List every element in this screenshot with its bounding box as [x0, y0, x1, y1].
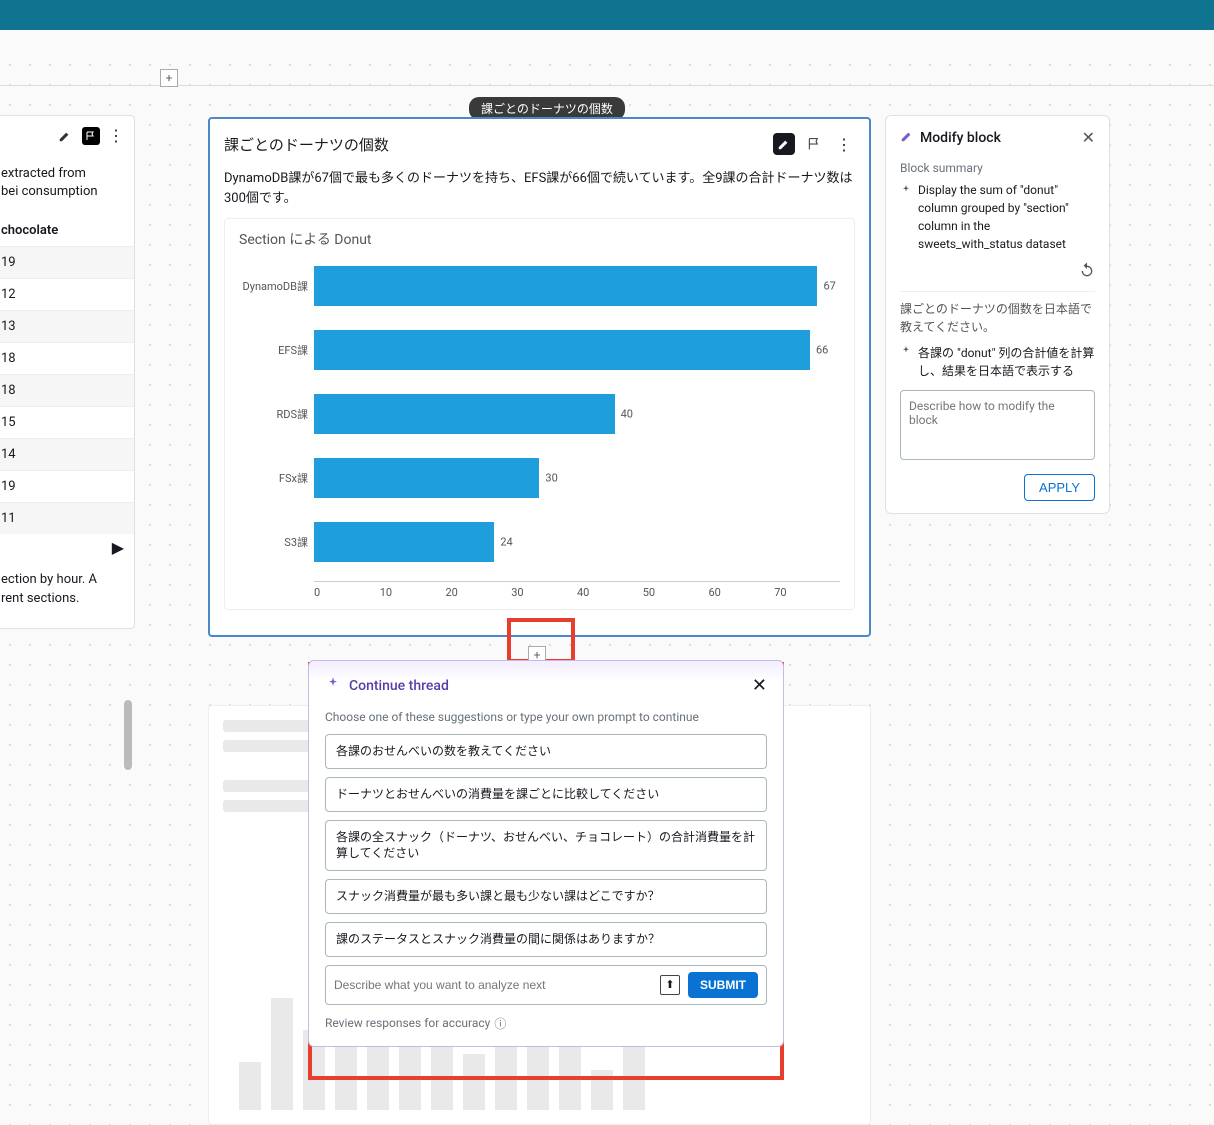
close-icon[interactable]: ✕: [752, 675, 767, 696]
table-row: 13: [0, 310, 134, 342]
bar-row: DynamoDB課 67: [239, 261, 840, 311]
x-tick: 0: [314, 586, 380, 599]
canvas-area: + 課ごとのドーナツの個数 ⋮ extracted from bei consu…: [0, 55, 1214, 1125]
bar-category-label: RDS課: [239, 406, 314, 422]
flag-icon[interactable]: [82, 127, 100, 145]
summary-text: Display the sum of "donut" column groupe…: [918, 181, 1095, 253]
upload-icon[interactable]: ⬆: [660, 975, 680, 995]
review-note: Review responses for accuracy ⓘ: [325, 1015, 767, 1032]
bar-category-label: EFS課: [239, 342, 314, 358]
x-tick: 70: [774, 586, 840, 599]
bar-category-label: DynamoDB課: [239, 278, 314, 294]
suggestion-item[interactable]: 各課のおせんべいの数を教えてください: [325, 734, 767, 769]
prompt-input-row: ⬆ SUBMIT: [325, 965, 767, 1005]
x-tick: 60: [709, 586, 775, 599]
x-tick: 50: [643, 586, 709, 599]
block-title: 課ごとのドーナツの個数: [224, 134, 389, 155]
modify-title: Modify block: [920, 130, 1001, 146]
add-block-button-top[interactable]: +: [160, 69, 178, 87]
x-tick: 40: [577, 586, 643, 599]
left-card-text-2: ection by hour. A rent sections.: [0, 561, 134, 617]
more-menu-icon[interactable]: ⋮: [108, 126, 124, 145]
suggestion-item[interactable]: ドーナツとおせんべいの消費量を課ごとに比較してください: [325, 777, 767, 812]
suggestion-item[interactable]: 各課の全スナック（ドーナツ、おせんべい、チョコレート）の合計消費量を計算してくだ…: [325, 820, 767, 872]
chart-container: Section による Donut DynamoDB課 67 EFS課 66 RDS…: [224, 218, 855, 610]
edit-icon: [900, 129, 914, 147]
top-bar: [0, 0, 1214, 30]
left-block-card: ⋮ extracted from bei consumption chocola…: [0, 115, 135, 629]
summary-label: Block summary: [900, 161, 1095, 175]
bar-category-label: FSx課: [239, 470, 314, 486]
suggestion-item[interactable]: 課のステータスとスナック消費量の間に関係はありますか？: [325, 922, 767, 957]
plan-text: 各課の "donut" 列の合計値を計算し、結果を日本語で表示する: [918, 344, 1095, 380]
table-row: 19: [0, 246, 134, 278]
left-card-text: extracted from bei consumption: [0, 155, 134, 215]
bar-value-label: 66: [816, 344, 828, 357]
continue-thread-panel: Continue thread ✕ Choose one of these su…: [308, 660, 784, 1047]
table-row: 19: [0, 470, 134, 502]
apply-button[interactable]: APPLY: [1024, 474, 1095, 501]
bar-category-label: S3課: [239, 534, 314, 550]
bar-row: S3課 24: [239, 517, 840, 567]
info-icon[interactable]: ⓘ: [494, 1015, 506, 1032]
chart-plot-area: DynamoDB課 67EFS課 66RDS課 40FSx課 30S3課 24 …: [239, 261, 840, 599]
sparkle-icon: [900, 183, 912, 253]
continue-title: Continue thread: [349, 678, 449, 694]
bar-row: RDS課 40: [239, 389, 840, 439]
modify-input[interactable]: [900, 390, 1095, 460]
x-tick: 10: [380, 586, 446, 599]
table-body: 19 12 13 18 18 15 14 19 11: [0, 246, 134, 534]
chart-title: Section による Donut: [239, 229, 840, 249]
edit-block-button[interactable]: [773, 133, 795, 155]
x-tick: 20: [446, 586, 512, 599]
continue-hint: Choose one of these suggestions or type …: [325, 710, 767, 724]
table-row: 18: [0, 374, 134, 406]
edit-icon[interactable]: [58, 128, 74, 144]
bar-row: FSx課 30: [239, 453, 840, 503]
table-header-chocolate: chocolate: [0, 215, 134, 246]
bar-value-label: 67: [823, 280, 835, 293]
table-row: 15: [0, 406, 134, 438]
undo-icon[interactable]: [1079, 261, 1095, 281]
suggestion-item[interactable]: スナック消費量が最も多い課と最も少ない課はどこですか？: [325, 879, 767, 914]
flag-block-button[interactable]: [803, 133, 825, 155]
main-chart-block: 課ごとのドーナツの個数 ⋮ DynamoDB課が67個で最も多くのドーナツを持ち…: [208, 117, 871, 637]
bar-value-label: 30: [545, 472, 557, 485]
left-scroll-thumb[interactable]: [124, 700, 132, 770]
bar-row: EFS課 66: [239, 325, 840, 375]
table-row: 18: [0, 342, 134, 374]
prompt-input[interactable]: [334, 978, 652, 992]
x-tick: 30: [511, 586, 577, 599]
close-icon[interactable]: ✕: [1082, 128, 1095, 147]
modify-block-panel: Modify block ✕ Block summary Display the…: [885, 115, 1110, 514]
sparkle-icon: [325, 676, 341, 696]
table-row: 12: [0, 278, 134, 310]
bar-value-label: 24: [500, 536, 512, 549]
submit-button[interactable]: SUBMIT: [688, 972, 758, 998]
block-description: DynamoDB課が67個で最も多くのドーナツを持ち、EFS課が66個で続いてい…: [224, 169, 855, 208]
user-request: 課ごとのドーナツの個数を日本語で教えてください。: [900, 300, 1095, 336]
bar-value-label: 40: [621, 408, 633, 421]
sparkle-icon: [900, 344, 912, 380]
x-axis: 010203040506070: [314, 581, 840, 599]
table-row: 11: [0, 502, 134, 534]
ruler: [0, 85, 1214, 86]
table-row: 14: [0, 438, 134, 470]
more-menu-button[interactable]: ⋮: [833, 133, 855, 155]
next-page-icon[interactable]: ▶: [112, 538, 124, 557]
